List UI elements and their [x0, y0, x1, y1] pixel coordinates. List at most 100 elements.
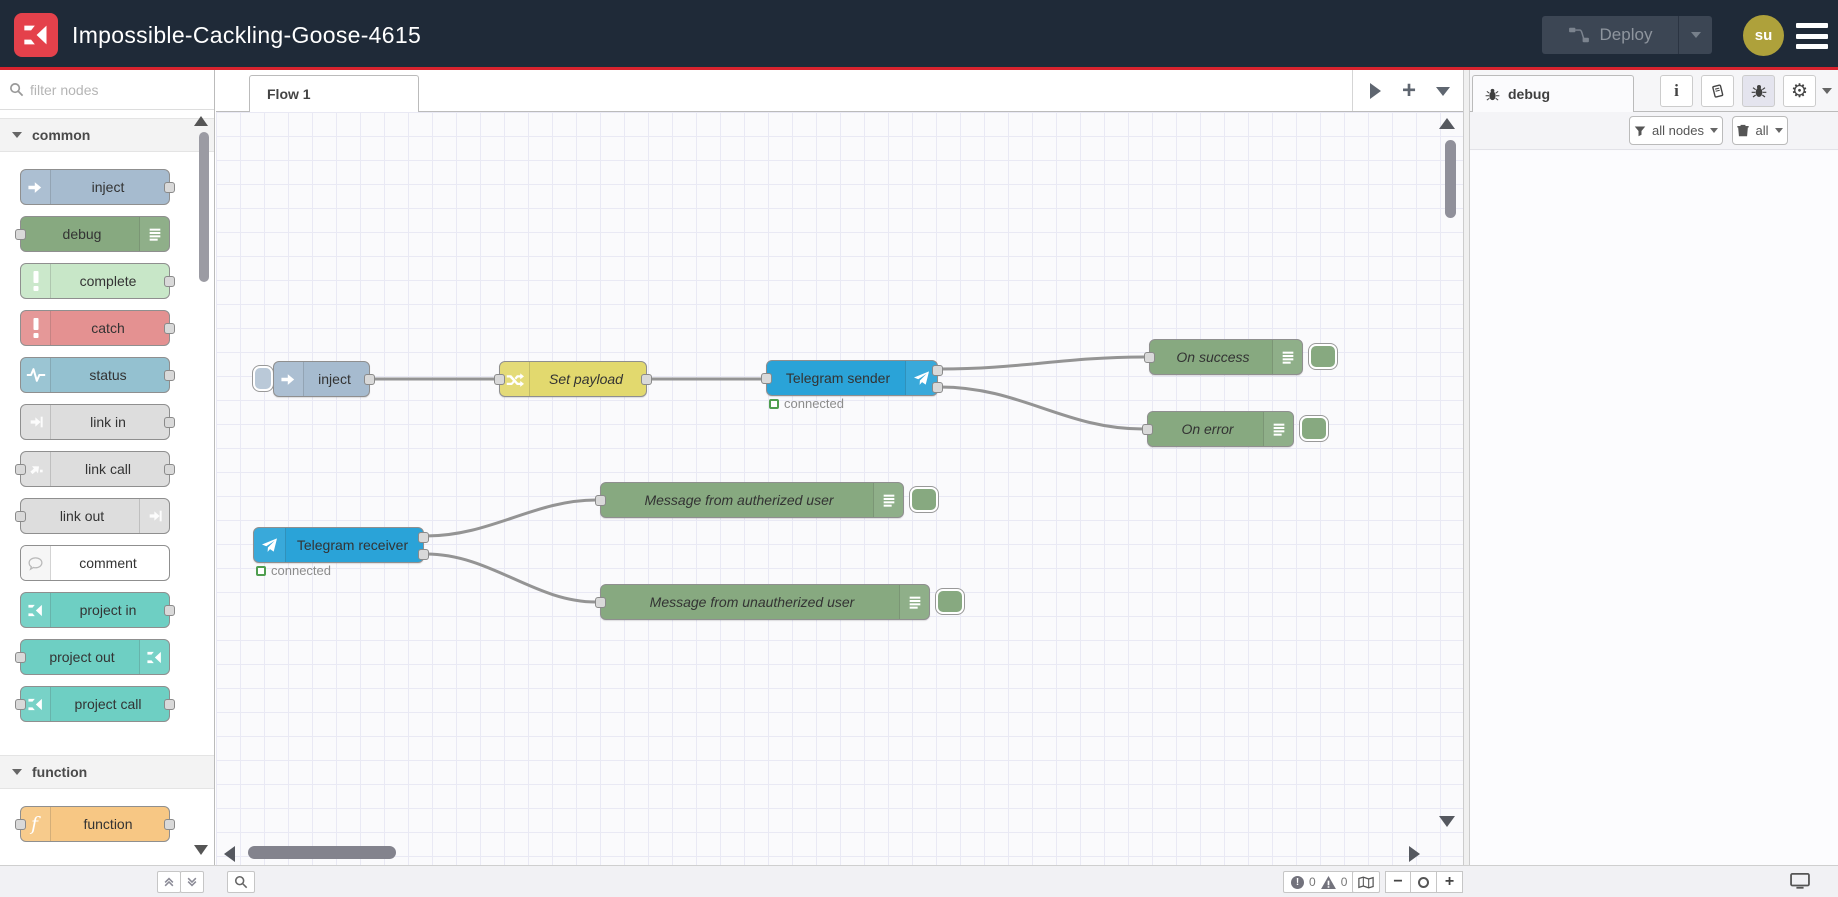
sidebar-splitter[interactable]	[1463, 70, 1470, 897]
palette-category-function[interactable]: function	[0, 755, 214, 789]
inject-trigger-button[interactable]	[252, 365, 274, 392]
palette-search	[0, 70, 214, 110]
output-port[interactable]	[164, 417, 175, 428]
output-port[interactable]	[164, 819, 175, 830]
output-port-1[interactable]	[932, 365, 943, 376]
input-port[interactable]	[1144, 352, 1155, 363]
output-port-1[interactable]	[418, 532, 429, 543]
deploy-main[interactable]: Deploy	[1542, 16, 1678, 54]
open-dashboard-button[interactable]	[1790, 873, 1810, 895]
debug-toggle-button[interactable]	[1308, 343, 1338, 370]
flow-node-telegram-sender[interactable]: Telegram sender	[761, 360, 943, 396]
flow-canvas[interactable]: inject Set payload Telegram sender conne…	[216, 112, 1463, 865]
palette-node-project-in[interactable]: project in	[20, 592, 175, 628]
canvas-scroll-up-arrow[interactable]	[1439, 118, 1455, 129]
flow-node-telegram-receiver[interactable]: Telegram receiver	[253, 527, 429, 563]
palette-node-link-out[interactable]: link out	[15, 498, 170, 534]
palette-node-inject[interactable]: inject	[20, 169, 175, 205]
palette-scroll-top-button[interactable]	[157, 871, 181, 893]
input-port[interactable]	[15, 229, 26, 240]
flow-node-msg-authorized[interactable]: Message from autherized user	[595, 482, 904, 518]
input-port[interactable]	[15, 699, 26, 710]
canvas-search-button[interactable]	[227, 871, 255, 893]
input-port[interactable]	[494, 374, 505, 385]
output-port[interactable]	[164, 464, 175, 475]
wire[interactable]	[938, 385, 1145, 431]
palette-node-status[interactable]: status	[20, 357, 175, 393]
canvas-horizontal-scrollbar[interactable]	[248, 846, 396, 859]
notification-counts[interactable]: ! 0 0	[1283, 871, 1356, 893]
input-port[interactable]	[1142, 424, 1153, 435]
output-port[interactable]	[164, 323, 175, 334]
scroll-tabs-button[interactable]	[1362, 78, 1388, 104]
input-port[interactable]	[15, 819, 26, 830]
wire[interactable]	[424, 498, 598, 538]
input-port[interactable]	[15, 464, 26, 475]
input-port[interactable]	[595, 597, 606, 608]
telegram-icon	[254, 528, 286, 562]
input-port[interactable]	[761, 373, 772, 384]
debug-clear-button[interactable]: all	[1732, 116, 1788, 145]
palette-node-project-call[interactable]: project call	[15, 686, 175, 722]
flow-node-set-payload[interactable]: Set payload	[494, 361, 652, 397]
canvas-scroll-right-arrow[interactable]	[1409, 846, 1420, 862]
flow-node-on-error[interactable]: On error	[1142, 411, 1294, 447]
palette-node-function[interactable]: f function	[15, 806, 175, 842]
palette-category-common[interactable]: common	[0, 118, 214, 152]
zoom-in-button[interactable]: +	[1437, 871, 1463, 893]
deploy-options-button[interactable]	[1678, 16, 1712, 54]
canvas-scroll-left-arrow[interactable]	[224, 846, 235, 862]
palette-node-link-in[interactable]: link in	[20, 404, 175, 440]
output-port[interactable]	[164, 276, 175, 287]
palette-node-link-call[interactable]: link call	[15, 451, 175, 487]
zoom-out-button[interactable]: −	[1385, 871, 1411, 893]
zoom-reset-button[interactable]	[1411, 871, 1437, 893]
output-port[interactable]	[164, 370, 175, 381]
debug-filter-button[interactable]: all nodes	[1629, 116, 1723, 145]
output-port-2[interactable]	[932, 382, 943, 393]
palette-scrollbar[interactable]	[199, 132, 209, 282]
palette-node-catch[interactable]: catch	[20, 310, 175, 346]
flow-node-msg-unauthorized[interactable]: Message from unautherized user	[595, 584, 930, 620]
canvas-vertical-scrollbar[interactable]	[1445, 140, 1456, 218]
input-port[interactable]	[15, 652, 26, 663]
flow-node-inject[interactable]: inject	[273, 361, 375, 397]
view-navigator-button[interactable]	[1352, 871, 1380, 893]
main-menu-button[interactable]	[1796, 23, 1828, 49]
palette-node-comment[interactable]: comment	[20, 545, 170, 581]
output-port[interactable]	[364, 374, 375, 385]
tab-flow-1[interactable]: Flow 1	[249, 75, 419, 112]
canvas-scroll-down-arrow[interactable]	[1439, 816, 1455, 827]
palette-node-project-out[interactable]: project out	[15, 639, 170, 675]
palette-scroll-bottom-button[interactable]	[180, 871, 204, 893]
input-port[interactable]	[15, 511, 26, 522]
palette-scroll-down-arrow[interactable]	[194, 845, 208, 855]
add-flow-button[interactable]: +	[1396, 78, 1422, 104]
flow-node-on-success[interactable]: On success	[1144, 339, 1303, 375]
palette-node-debug[interactable]: debug	[15, 216, 170, 252]
output-port-2[interactable]	[418, 549, 429, 560]
tab-debug[interactable]: debug	[1472, 75, 1634, 112]
palette-scroll-up-arrow[interactable]	[194, 116, 208, 126]
debug-toggle-button[interactable]	[935, 588, 965, 615]
palette-node-complete[interactable]: complete	[20, 263, 175, 299]
debug-toggle-button[interactable]	[1299, 415, 1329, 442]
user-avatar[interactable]: su	[1743, 15, 1784, 56]
output-port[interactable]	[164, 699, 175, 710]
node-label: function	[83, 816, 133, 832]
wire[interactable]	[938, 355, 1147, 371]
output-port[interactable]	[164, 182, 175, 193]
flow-list-button[interactable]	[1430, 78, 1456, 104]
help-tab-button[interactable]	[1701, 75, 1734, 107]
input-port[interactable]	[595, 495, 606, 506]
config-tab-button[interactable]: ⚙	[1783, 75, 1816, 107]
deploy-button[interactable]: Deploy	[1542, 16, 1712, 54]
filter-nodes-input[interactable]	[30, 76, 190, 104]
debug-tab-button[interactable]	[1742, 75, 1775, 107]
wire[interactable]	[424, 552, 598, 604]
info-tab-button[interactable]: i	[1660, 75, 1693, 107]
output-port[interactable]	[641, 374, 652, 385]
sidebar-menu-button[interactable]	[1822, 88, 1832, 94]
debug-toggle-button[interactable]	[909, 486, 939, 513]
output-port[interactable]	[164, 605, 175, 616]
